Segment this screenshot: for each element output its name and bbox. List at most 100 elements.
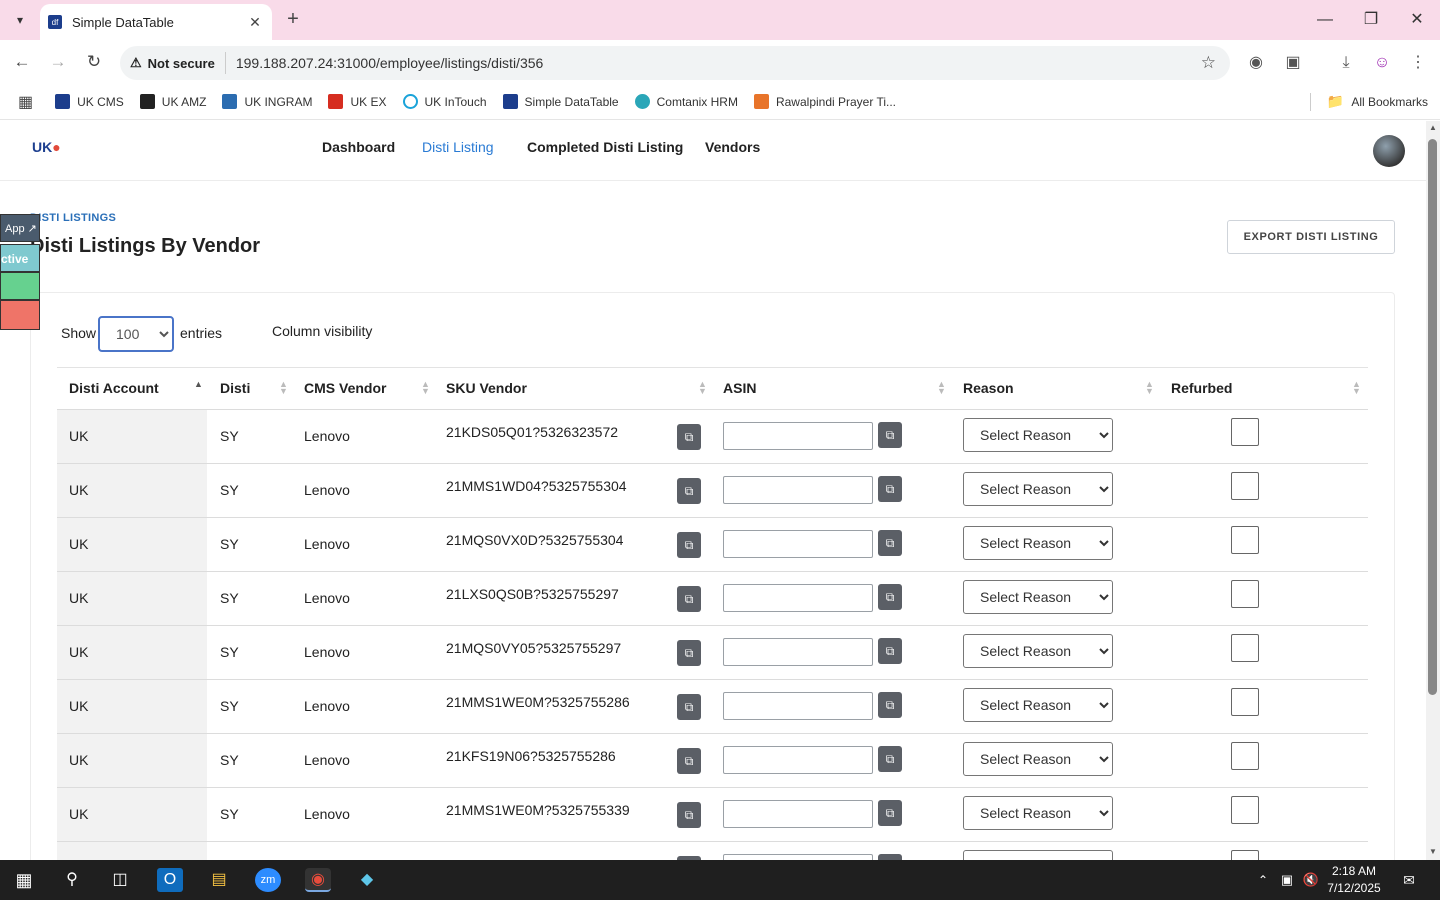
taskbar-clock[interactable]: 2:18 AM 7/12/2025 (1318, 863, 1390, 897)
minimize-icon[interactable]: — (1311, 8, 1339, 32)
download-icon[interactable]: ⤓ (1335, 52, 1357, 74)
bookmark-simple-datatable[interactable]: Simple DataTable (502, 94, 619, 109)
all-bookmarks[interactable]: 📁 All Bookmarks (1327, 93, 1428, 110)
sort-icon[interactable]: ▲ ▼ (1352, 380, 1361, 396)
file-explorer-icon[interactable]: ▤ (206, 868, 232, 892)
col-disti[interactable]: Disti (220, 380, 250, 396)
side-widget-app-link[interactable]: App ↗ (0, 214, 40, 242)
bookmark-rawalpindi-prayer[interactable]: Rawalpindi Prayer Ti... (753, 94, 896, 109)
col-disti-account[interactable]: Disti Account (69, 380, 159, 396)
back-icon[interactable]: ← (10, 50, 34, 74)
apps-grid-icon[interactable]: ▦ (18, 92, 33, 112)
scroll-up-icon[interactable]: ▲ (1429, 123, 1437, 132)
asin-input[interactable] (723, 800, 873, 828)
reason-select[interactable]: Select Reason (963, 526, 1113, 560)
asin-input[interactable] (723, 692, 873, 720)
copy-sku-icon[interactable]: ⧉ (677, 802, 701, 828)
side-widget-green-button[interactable] (0, 272, 40, 300)
copy-sku-icon[interactable]: ⧉ (677, 478, 701, 504)
paste-asin-icon[interactable]: ⧉ (878, 530, 902, 556)
paste-asin-icon[interactable]: ⧉ (878, 800, 902, 826)
bookmark-uk-ex[interactable]: UK EX (328, 94, 387, 109)
copy-sku-icon[interactable]: ⧉ (677, 694, 701, 720)
col-reason[interactable]: Reason (963, 380, 1014, 396)
outlook-icon[interactable]: O (157, 868, 183, 892)
breadcrumb[interactable]: DISTI LISTINGS (30, 212, 116, 224)
col-refurbed[interactable]: Refurbed (1171, 380, 1232, 396)
not-secure-indicator[interactable]: ⚠ Not secure (130, 52, 226, 74)
search-icon[interactable]: ⚲ (59, 868, 85, 892)
refurbed-checkbox[interactable] (1231, 634, 1259, 662)
asin-input[interactable] (723, 584, 873, 612)
asin-input[interactable] (723, 422, 873, 450)
forward-icon[interactable]: → (46, 50, 70, 74)
export-disti-listing-button[interactable]: EXPORT DISTI LISTING (1227, 220, 1395, 254)
notifications-icon[interactable]: ✉ (1396, 868, 1422, 892)
window-close-icon[interactable]: ✕ (1403, 8, 1431, 32)
refurbed-checkbox[interactable] (1231, 418, 1259, 446)
copy-sku-icon[interactable]: ⧉ (677, 532, 701, 558)
sort-icon[interactable]: ▲ ▼ (1145, 380, 1154, 396)
asin-input[interactable] (723, 746, 873, 774)
paste-asin-icon[interactable]: ⧉ (878, 584, 902, 610)
copy-sku-icon[interactable]: ⧉ (677, 586, 701, 612)
side-widget-red-button[interactable] (0, 300, 40, 330)
sort-asc-icon[interactable]: ▲ (194, 380, 203, 389)
extensions-icon[interactable]: ▣ (1282, 52, 1304, 74)
copy-sku-icon[interactable]: ⧉ (677, 424, 701, 450)
bookmark-uk-intouch[interactable]: UK InTouch (402, 94, 487, 109)
reason-select[interactable]: Select Reason (963, 850, 1113, 860)
bookmark-star-icon[interactable]: ☆ (1201, 53, 1216, 73)
menu-dots-icon[interactable]: ⋮ (1407, 52, 1429, 74)
paste-asin-icon[interactable]: ⧉ (878, 422, 902, 448)
windows-start-icon[interactable]: ▦ (11, 868, 37, 892)
col-cms-vendor[interactable]: CMS Vendor (304, 380, 386, 396)
task-view-icon[interactable]: ◫ (107, 868, 133, 892)
refurbed-checkbox[interactable] (1231, 742, 1259, 770)
refurbed-checkbox[interactable] (1231, 796, 1259, 824)
uk-logo-icon[interactable]: UK● (32, 139, 61, 163)
reason-select[interactable]: Select Reason (963, 418, 1113, 452)
nav-dashboard[interactable]: Dashboard (322, 139, 395, 155)
scroll-down-icon[interactable]: ▼ (1429, 847, 1437, 856)
entries-select[interactable]: 100 (98, 316, 174, 352)
bookmark-uk-amz[interactable]: UK AMZ (139, 94, 206, 109)
avatar[interactable] (1373, 135, 1405, 167)
refurbed-checkbox[interactable] (1231, 472, 1259, 500)
translate-globe-icon[interactable]: ◉ (1245, 52, 1267, 74)
copy-sku-icon[interactable]: ⧉ (677, 640, 701, 666)
bookmark-uk-ingram[interactable]: UK INGRAM (222, 94, 312, 109)
sort-icon[interactable]: ▲ ▼ (937, 380, 946, 396)
bookmark-comtanix-hrm[interactable]: Comtanix HRM (634, 94, 738, 109)
refurbed-checkbox[interactable] (1231, 526, 1259, 554)
bookmark-uk-cms[interactable]: UK CMS (55, 94, 124, 109)
chrome-icon[interactable]: ◉ (305, 868, 331, 892)
paste-asin-icon[interactable]: ⧉ (878, 746, 902, 772)
app-diamond-icon[interactable]: ◆ (354, 868, 380, 892)
close-tab-icon[interactable]: ✕ (246, 14, 264, 31)
reason-select[interactable]: Select Reason (963, 742, 1113, 776)
column-visibility-button[interactable]: Column visibility (272, 323, 372, 339)
scrollbar-thumb[interactable] (1428, 139, 1437, 695)
reason-select[interactable]: Select Reason (963, 688, 1113, 722)
side-widget-active-status[interactable]: ctive (0, 244, 40, 272)
paste-asin-icon[interactable]: ⧉ (878, 476, 902, 502)
network-icon[interactable]: ▣ (1274, 868, 1300, 892)
new-tab-icon[interactable]: + (282, 8, 304, 31)
refurbed-checkbox[interactable] (1231, 850, 1259, 860)
zoom-icon[interactable]: zm (255, 868, 281, 892)
reload-icon[interactable]: ↻ (82, 50, 106, 74)
restore-icon[interactable]: ❐ (1357, 8, 1385, 32)
reason-select[interactable]: Select Reason (963, 580, 1113, 614)
copy-sku-icon[interactable]: ⧉ (677, 748, 701, 774)
refurbed-checkbox[interactable] (1231, 688, 1259, 716)
tray-chevron-icon[interactable]: ⌃ (1250, 868, 1276, 892)
col-sku-vendor[interactable]: SKU Vendor (446, 380, 527, 396)
asin-input[interactable] (723, 638, 873, 666)
nav-disti-listing[interactable]: Disti Listing (422, 139, 494, 155)
asin-input[interactable] (723, 476, 873, 504)
asin-input[interactable] (723, 530, 873, 558)
paste-asin-icon[interactable]: ⧉ (878, 638, 902, 664)
tab-search-chevron-icon[interactable]: ▾ (8, 8, 32, 32)
reason-select[interactable]: Select Reason (963, 472, 1113, 506)
